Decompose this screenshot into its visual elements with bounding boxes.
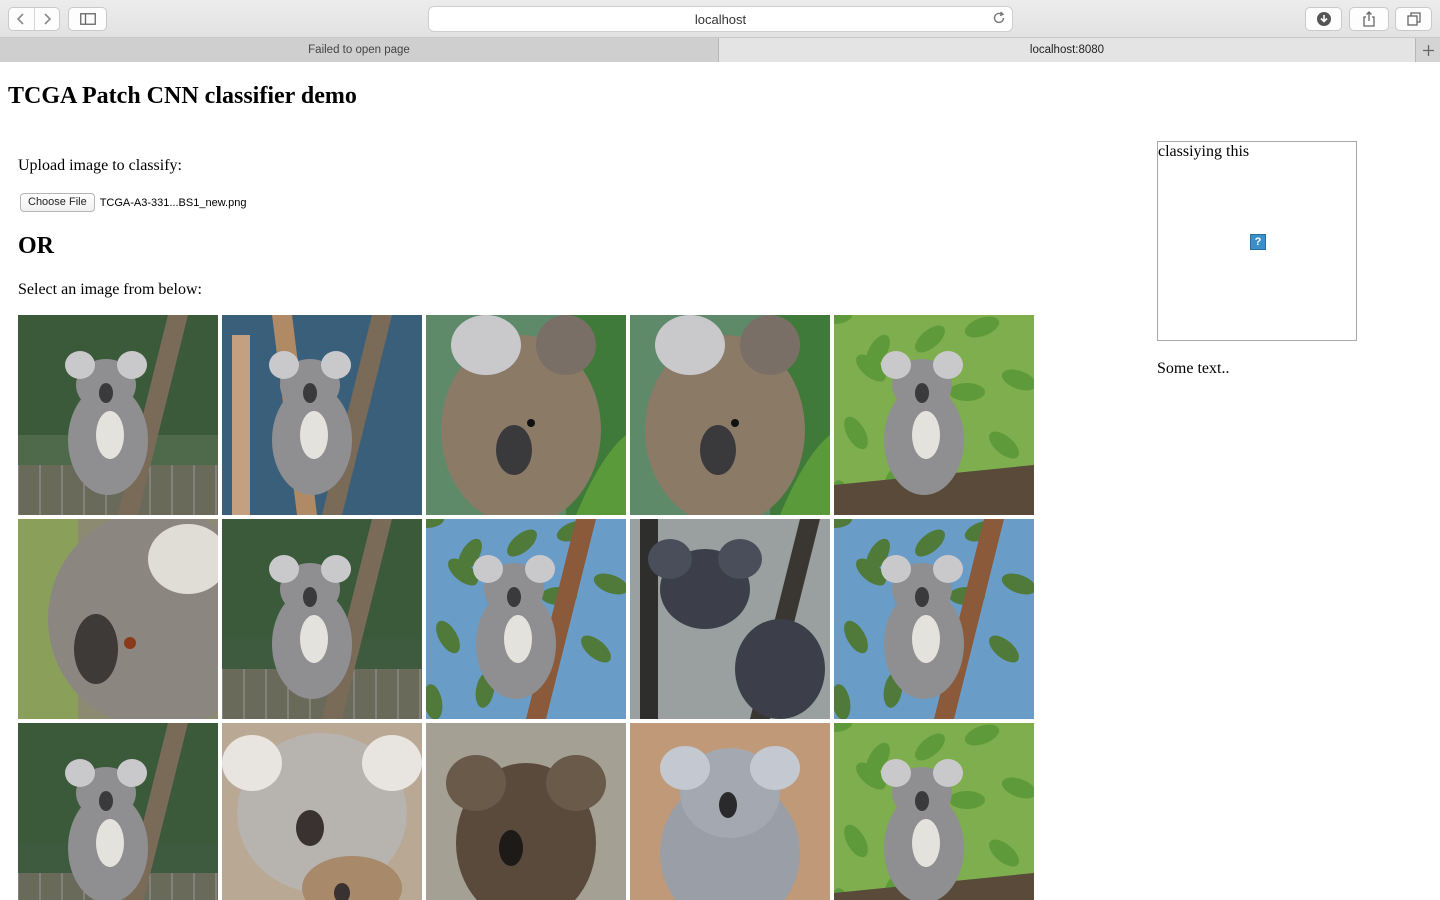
- preview-caption: classiying this: [1158, 143, 1250, 160]
- new-tab-icon: [1422, 44, 1434, 56]
- forward-button[interactable]: [33, 8, 60, 30]
- koala-image: [630, 519, 830, 719]
- gallery-image-8[interactable]: [426, 519, 626, 719]
- reload-button[interactable]: [992, 11, 1006, 28]
- preview-box: classiying this ?: [1157, 141, 1357, 341]
- gallery-image-11[interactable]: [18, 723, 218, 900]
- download-icon: [1316, 12, 1331, 26]
- share-icon: [1363, 11, 1375, 27]
- browser-toolbar: localhost: [0, 0, 1440, 38]
- koala-image: [630, 315, 830, 515]
- tabs-overview-icon: [1406, 12, 1421, 26]
- choose-file-button[interactable]: Choose File: [20, 193, 95, 212]
- page-content: TCGA Patch CNN classifier demo Upload im…: [0, 63, 1440, 900]
- koala-image: [426, 723, 626, 900]
- tabs-overview-button[interactable]: [1395, 7, 1432, 31]
- gallery-image-13[interactable]: [426, 723, 626, 900]
- gallery-image-9[interactable]: [630, 519, 830, 719]
- back-button[interactable]: [9, 8, 34, 30]
- new-tab-button[interactable]: [1415, 38, 1440, 62]
- image-gallery: [18, 315, 1038, 900]
- result-text: Some text..: [1157, 360, 1230, 377]
- koala-image: [18, 315, 218, 515]
- gallery-image-14[interactable]: [630, 723, 830, 900]
- gallery-image-5[interactable]: [834, 315, 1034, 515]
- tab-localhost[interactable]: localhost:8080: [719, 38, 1415, 62]
- koala-image: [18, 519, 218, 719]
- koala-image: [222, 723, 422, 900]
- or-heading: OR: [18, 233, 54, 259]
- address-bar[interactable]: localhost: [428, 6, 1013, 32]
- koala-image: [18, 723, 218, 900]
- gallery-image-15[interactable]: [834, 723, 1034, 900]
- gallery-image-6[interactable]: [18, 519, 218, 719]
- nav-buttons: [8, 7, 60, 31]
- download-button[interactable]: [1305, 7, 1342, 31]
- gallery-image-10[interactable]: [834, 519, 1034, 719]
- file-input: Choose File TCGA-A3-331...BS1_new.png: [20, 193, 246, 212]
- koala-image: [834, 315, 1034, 515]
- back-icon: [17, 13, 24, 25]
- koala-image: [222, 315, 422, 515]
- gallery-image-12[interactable]: [222, 723, 422, 900]
- address-text: localhost: [694, 11, 747, 27]
- selected-file-name: TCGA-A3-331...BS1_new.png: [99, 196, 247, 209]
- broken-image-icon: ?: [1250, 234, 1266, 250]
- gallery-image-3[interactable]: [426, 315, 626, 515]
- sidebar-icon: [79, 13, 96, 25]
- gallery-image-4[interactable]: [630, 315, 830, 515]
- koala-image: [222, 519, 422, 719]
- select-label: Select an image from below:: [18, 281, 202, 298]
- gallery-image-7[interactable]: [222, 519, 422, 719]
- reload-icon: [993, 11, 1005, 24]
- koala-image: [630, 723, 830, 900]
- koala-image: [426, 519, 626, 719]
- gallery-image-2[interactable]: [222, 315, 422, 515]
- koala-image: [834, 723, 1034, 900]
- tab-failed[interactable]: Failed to open page: [0, 38, 719, 62]
- tab-bar: Failed to open page localhost:8080: [0, 38, 1440, 62]
- sidebar-button[interactable]: [68, 7, 107, 31]
- page-title: TCGA Patch CNN classifier demo: [8, 83, 357, 109]
- gallery-image-1[interactable]: [18, 315, 218, 515]
- koala-image: [426, 315, 626, 515]
- upload-label: Upload image to classify:: [18, 157, 182, 174]
- koala-image: [834, 519, 1034, 719]
- forward-icon: [44, 13, 51, 25]
- share-button[interactable]: [1349, 7, 1389, 31]
